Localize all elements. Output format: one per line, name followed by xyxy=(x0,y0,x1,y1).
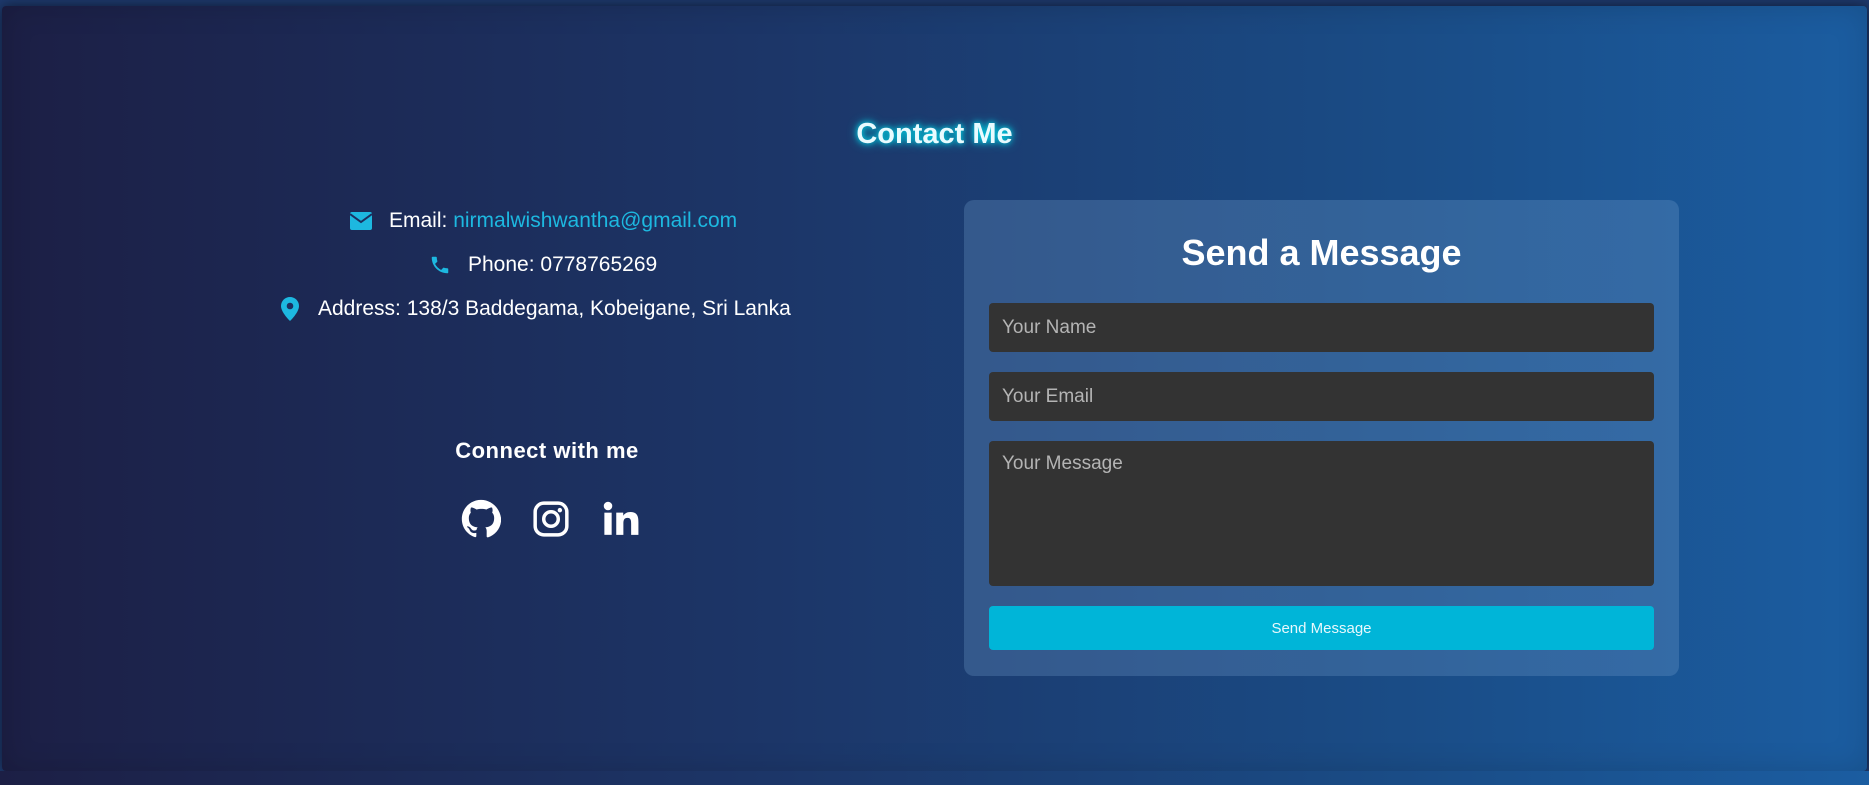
section-title: Contact Me xyxy=(856,118,1013,150)
phone-label: Phone: 0778765269 xyxy=(468,253,658,276)
instagram-icon[interactable] xyxy=(530,498,572,540)
github-icon[interactable] xyxy=(460,498,502,540)
message-form-card: Send a Message Send Message xyxy=(964,200,1679,676)
email-link[interactable]: nirmalwishwantha@gmail.com xyxy=(453,209,737,233)
address-row: Address: 138/3 Baddegama, Kobeigane, Sri… xyxy=(278,297,791,321)
page-bottom-strip xyxy=(0,771,1869,785)
social-links xyxy=(460,498,642,540)
envelope-icon xyxy=(349,209,373,233)
email-label: Email: xyxy=(389,209,448,232)
send-message-button[interactable]: Send Message xyxy=(989,606,1654,650)
message-textarea[interactable] xyxy=(989,441,1654,586)
form-title: Send a Message xyxy=(1181,232,1462,273)
phone-row: Phone: 0778765269 xyxy=(428,253,657,277)
linkedin-icon[interactable] xyxy=(600,498,642,540)
name-input[interactable] xyxy=(989,303,1654,352)
address-label: Address: 138/3 Baddegama, Kobeigane, Sri… xyxy=(318,297,791,320)
email-row: Email: nirmalwishwantha@gmail.com xyxy=(349,209,737,233)
connect-title: Connect with me xyxy=(455,438,639,463)
phone-icon xyxy=(428,253,452,277)
contact-section: Contact Me Email: nirmalwishwantha@gmail… xyxy=(2,6,1867,771)
email-input[interactable] xyxy=(989,372,1654,421)
map-marker-icon xyxy=(278,297,302,321)
